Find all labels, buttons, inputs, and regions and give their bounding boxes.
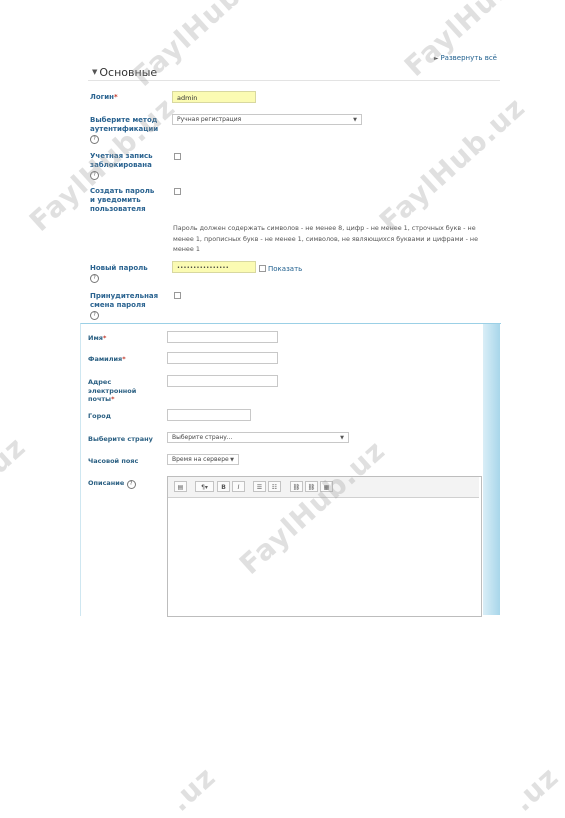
first-name-input[interactable] bbox=[167, 331, 278, 343]
new-password-label: Новый пароль? bbox=[90, 264, 148, 283]
italic-button[interactable]: I bbox=[232, 481, 245, 492]
help-icon[interactable]: ? bbox=[90, 311, 99, 320]
create-password-checkbox[interactable] bbox=[174, 188, 181, 195]
link-button[interactable]: ⛓ bbox=[290, 481, 303, 492]
caret-down-icon: ▼ bbox=[340, 435, 344, 441]
email-input[interactable] bbox=[167, 375, 278, 387]
show-password-toggle[interactable]: Показать bbox=[259, 265, 302, 273]
watermark: .uz bbox=[0, 430, 33, 488]
create-password-label: Создать пароль и уведомить пользователя bbox=[90, 187, 155, 213]
help-icon[interactable]: ? bbox=[126, 480, 136, 489]
timezone-label: Часовой пояс bbox=[88, 457, 139, 465]
force-change-label: Принудительная смена пароля? bbox=[90, 292, 159, 320]
caret-down-icon: ▼ bbox=[353, 117, 357, 123]
password-rules-text: Пароль должен содержать символов - не ме… bbox=[173, 224, 479, 253]
collapse-triangle-icon: ▼ bbox=[92, 68, 98, 76]
last-name-label: Фамилия* bbox=[88, 355, 126, 363]
country-label: Выберите страну bbox=[88, 435, 153, 443]
login-input[interactable]: admin bbox=[172, 91, 256, 103]
force-change-checkbox[interactable] bbox=[174, 292, 181, 299]
city-label: Город bbox=[88, 412, 111, 420]
bold-button[interactable]: B bbox=[217, 481, 230, 492]
watermark: FaylHub.uz bbox=[397, 0, 557, 83]
watermark: .uz bbox=[162, 760, 223, 818]
show-password-checkbox[interactable] bbox=[259, 265, 266, 272]
watermark: FaylHub.uz bbox=[372, 90, 532, 238]
account-locked-checkbox[interactable] bbox=[174, 153, 181, 160]
page-side-strip bbox=[483, 324, 500, 615]
auth-method-select[interactable]: Ручная регистрация ▼ bbox=[172, 114, 362, 125]
timezone-select[interactable]: Время на сервере ▼ bbox=[167, 454, 239, 465]
watermark: .uz bbox=[505, 760, 565, 818]
bullet-list-button[interactable]: ☰ bbox=[253, 481, 266, 492]
new-password-input[interactable]: •••••••••••••••• bbox=[172, 261, 256, 273]
caret-down-icon: ▼ bbox=[230, 457, 234, 463]
toolbar-toggle-button[interactable]: ▤ bbox=[174, 481, 187, 492]
country-select[interactable]: Выберите страну... ▼ bbox=[167, 432, 349, 443]
last-name-input[interactable] bbox=[167, 352, 278, 364]
help-icon[interactable]: ? bbox=[90, 274, 99, 283]
city-input[interactable] bbox=[167, 409, 251, 421]
numbered-list-button[interactable]: ☷ bbox=[268, 481, 281, 492]
paragraph-style-button[interactable]: ¶▾ bbox=[195, 481, 214, 492]
first-name-label: Имя* bbox=[88, 334, 107, 342]
email-label: Адрес электронной почты* bbox=[88, 378, 137, 403]
help-icon[interactable]: ? bbox=[90, 135, 99, 144]
description-label: Описание ? bbox=[88, 479, 136, 489]
